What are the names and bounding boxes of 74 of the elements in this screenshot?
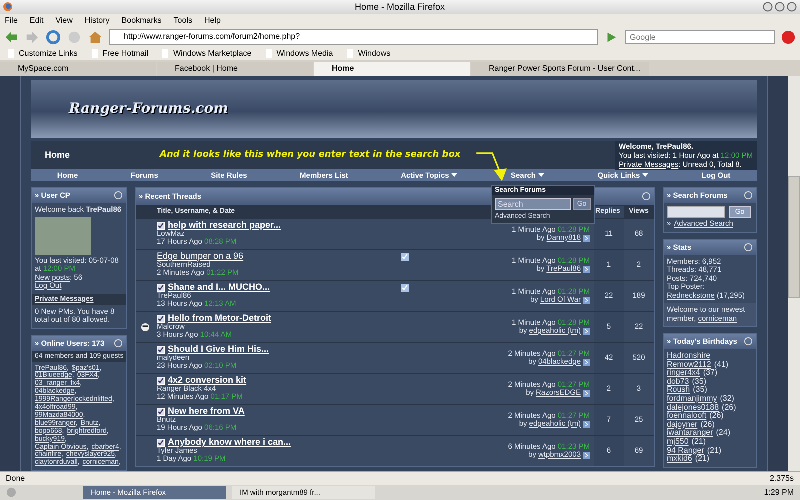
go-to-post-icon[interactable] — [583, 266, 590, 273]
photo-placeholder — [35, 216, 91, 254]
go-to-post-icon[interactable] — [583, 328, 590, 335]
menu-item[interactable]: File — [5, 16, 18, 25]
address-bar[interactable]: http://www.ranger-forums.com/forum2/home.php? — [109, 29, 598, 45]
go-to-post-icon[interactable] — [583, 452, 590, 459]
thread-title-link[interactable]: Hello from Metor-Detroit — [168, 314, 272, 323]
collapse-icon[interactable] — [114, 338, 123, 348]
age-text: (37) — [703, 368, 718, 378]
thread-title-link[interactable]: Should I Give Him His... — [168, 345, 270, 354]
user-link[interactable]: dalejones0188 — [667, 402, 720, 412]
age-text: (35) — [692, 376, 706, 386]
age-text: (26) — [700, 420, 715, 429]
search-input[interactable] — [667, 206, 725, 218]
thread-title-link[interactable]: help with research paper... — [168, 221, 282, 230]
browser-tab[interactable]: Ranger Power Sports Forum - User Cont... — [471, 62, 649, 76]
user-link[interactable]: Hadronshire — [667, 351, 711, 360]
search-field[interactable]: Google — [625, 30, 775, 44]
age-text: (41) — [714, 360, 729, 369]
user-link[interactable]: 94 Ranger — [667, 446, 704, 455]
age-text: (21) — [707, 446, 722, 455]
go-to-post-icon[interactable] — [583, 420, 590, 428]
status-text: Done — [6, 474, 26, 483]
user-link[interactable]: mxkid6 — [667, 454, 692, 464]
clock: 1:29 PM — [764, 488, 794, 497]
scrollbar[interactable] — [788, 76, 800, 471]
user-link[interactable]: Remow2112 — [667, 360, 712, 369]
menu-item[interactable]: Help — [204, 16, 221, 25]
user-link[interactable]: dajoyner — [667, 420, 698, 429]
collapse-icon[interactable] — [114, 191, 123, 200]
annotation-text: And it looks like this when you enter text in the search box — [160, 150, 461, 160]
thread-title-link[interactable]: 4x2 conversion kit — [168, 376, 247, 385]
home-icon[interactable] — [88, 30, 103, 44]
age-text: (26) — [722, 402, 736, 412]
age-text: (35) — [693, 385, 708, 394]
user-link[interactable]: mj550 — [667, 436, 689, 446]
user-link[interactable]: dob73 — [667, 376, 690, 386]
go-to-post-icon[interactable] — [583, 296, 590, 304]
go-to-post-icon[interactable] — [583, 390, 590, 397]
go-to-post-icon[interactable] — [583, 358, 590, 366]
site-logo[interactable]: Ranger-Forums.com — [69, 101, 228, 117]
thread-title-link[interactable]: New here from VA — [168, 407, 245, 416]
thread-title-link[interactable]: Anybody know where i can... — [168, 438, 292, 447]
menu-item[interactable]: Tools — [174, 16, 192, 25]
back-arrow-icon[interactable] — [4, 30, 19, 44]
menu-item[interactable]: View — [56, 16, 73, 25]
thread-title-link[interactable]: Edge bumper on a 96 — [157, 252, 244, 261]
collapse-icon[interactable] — [744, 242, 753, 252]
collapse-icon[interactable] — [642, 192, 651, 201]
breadcrumb-link[interactable]: Home — [45, 150, 70, 160]
thread-title-link[interactable]: Shane and I... MUCHO... — [168, 283, 270, 292]
collapse-icon[interactable] — [744, 191, 753, 200]
browser-tab[interactable]: Facebook | Home — [157, 62, 313, 76]
user-link[interactable]: iwantaranger — [667, 428, 714, 438]
checkbox-icon[interactable] — [401, 252, 409, 260]
browser-tab[interactable]: Home — [314, 62, 470, 76]
age-text: (21) — [692, 436, 706, 446]
load-time: 2.375s — [770, 474, 794, 483]
age-text: (26) — [710, 411, 724, 420]
user-link[interactable]: foennalooft — [667, 411, 707, 420]
menu-item[interactable]: Edit — [30, 16, 44, 25]
age-text: (21) — [695, 454, 710, 464]
menu-item[interactable]: Bookmarks — [122, 16, 162, 25]
user-link[interactable]: ringer4x4 — [667, 368, 700, 378]
age-text: (32) — [720, 394, 734, 403]
user-link[interactable]: fordmanjimmy — [667, 394, 718, 403]
collapse-icon[interactable] — [744, 337, 753, 346]
go-to-post-icon[interactable] — [583, 234, 590, 242]
user-link[interactable]: Roush — [667, 385, 690, 394]
checkbox-icon[interactable] — [401, 284, 409, 292]
age-text: (24) — [716, 428, 730, 438]
menu-item[interactable]: History — [84, 16, 110, 25]
window-title: Home - Mozilla Firefox — [354, 2, 446, 12]
browser-tab[interactable]: MySpace.com — [0, 62, 156, 76]
